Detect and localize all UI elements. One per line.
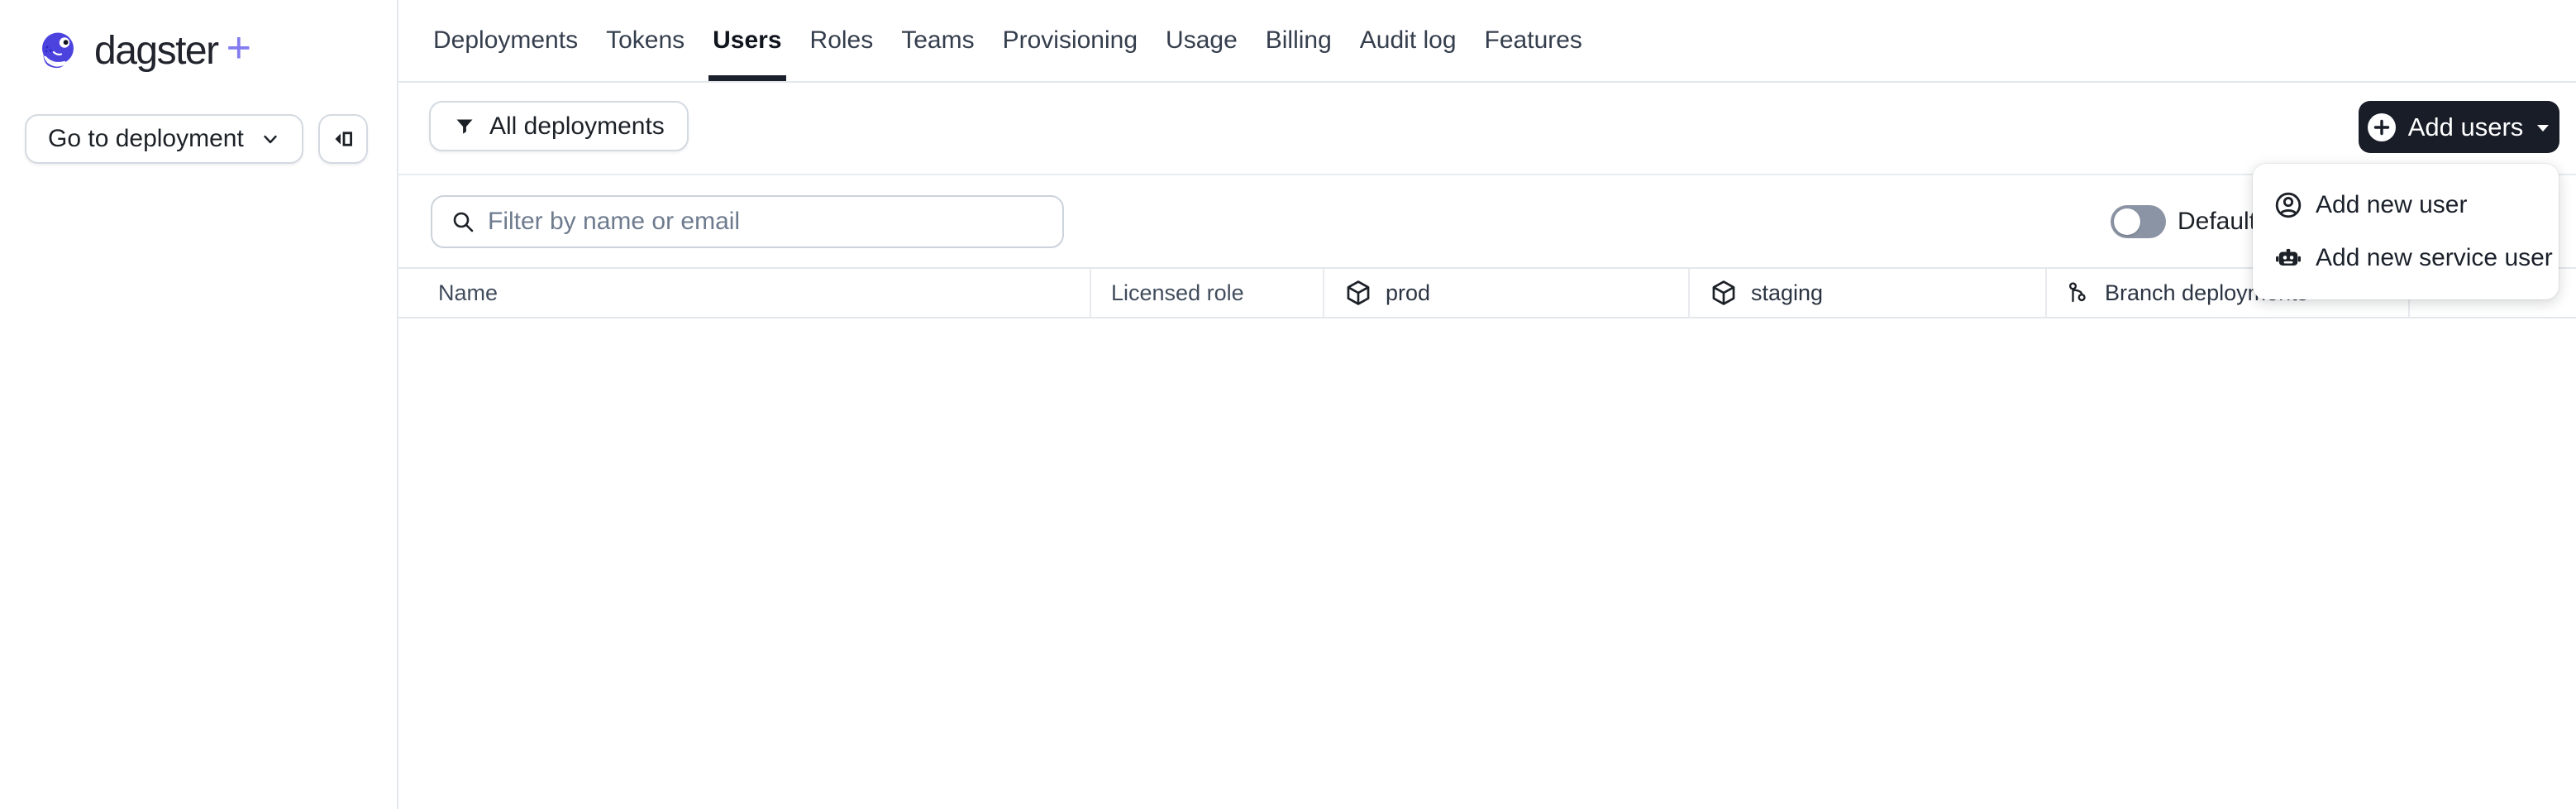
- top-nav: Deployments Tokens Users Roles Teams Pro…: [398, 0, 2576, 83]
- users-table-header: Name Licensed role prod staging Branch d…: [398, 267, 2576, 318]
- deployment-cube-icon: [1710, 279, 1738, 307]
- go-to-deployment-button[interactable]: Go to deployment: [25, 114, 303, 164]
- search-input[interactable]: [488, 208, 1044, 236]
- robot-icon: [2273, 243, 2303, 273]
- nav-item-usage[interactable]: Usage: [1166, 0, 1238, 81]
- column-header-name: Name: [398, 269, 1091, 317]
- menu-item-add-new-service-user[interactable]: Add new service user: [2253, 232, 2559, 285]
- default-toggle[interactable]: [2111, 205, 2166, 238]
- add-users-button[interactable]: Add users: [2359, 101, 2559, 153]
- filter-funnel-icon: [453, 115, 476, 138]
- column-header-staging: staging: [1690, 269, 2047, 317]
- logo-plus-sign: +: [226, 24, 251, 72]
- branch-deployments-icon: [2067, 280, 2092, 305]
- nav-item-provisioning[interactable]: Provisioning: [1003, 0, 1138, 81]
- nav-item-teams[interactable]: Teams: [901, 0, 974, 81]
- nav-item-users[interactable]: Users: [708, 0, 786, 81]
- nav-item-deployments[interactable]: Deployments: [433, 0, 578, 81]
- nav-item-features[interactable]: Features: [1485, 0, 1582, 81]
- app-window: dagster + Go to deployment Deployments T…: [0, 0, 2576, 809]
- user-circle-icon: [2273, 190, 2303, 220]
- toggle-knob: [2114, 208, 2140, 235]
- column-header-licensed-role: Licensed role: [1091, 269, 1324, 317]
- chevron-down-icon: [260, 129, 280, 149]
- user-search: [431, 195, 1064, 248]
- collapse-panel-button[interactable]: [318, 114, 368, 164]
- nav-item-audit-log[interactable]: Audit log: [1360, 0, 1457, 81]
- dagster-logo: dagster +: [37, 24, 251, 74]
- deployments-filter-button[interactable]: All deployments: [429, 101, 689, 151]
- deployments-filter-label: All deployments: [489, 112, 665, 140]
- collapse-panel-icon: [332, 127, 355, 151]
- toolbar-divider: [398, 174, 2576, 175]
- menu-item-add-new-user[interactable]: Add new user: [2253, 179, 2559, 232]
- default-toggle-group: Default: [2111, 195, 2256, 248]
- sidebar-divider: [397, 0, 398, 809]
- nav-item-roles[interactable]: Roles: [810, 0, 874, 81]
- deployment-cube-icon: [1344, 279, 1372, 307]
- nav-item-billing[interactable]: Billing: [1266, 0, 1332, 81]
- column-header-prod: prod: [1324, 269, 1690, 317]
- nav-item-tokens[interactable]: Tokens: [606, 0, 685, 81]
- add-users-menu: Add new user Add new service user: [2253, 164, 2559, 299]
- caret-down-icon: [2535, 122, 2551, 133]
- dagster-octopus-icon: [37, 30, 79, 71]
- default-toggle-label: Default: [2178, 208, 2257, 235]
- add-users-label: Add users: [2407, 112, 2524, 141]
- logo-brand-text: dagster: [94, 28, 219, 73]
- go-to-deployment-label: Go to deployment: [48, 125, 244, 152]
- plus-circle-icon: [2367, 112, 2397, 142]
- search-icon: [451, 209, 475, 234]
